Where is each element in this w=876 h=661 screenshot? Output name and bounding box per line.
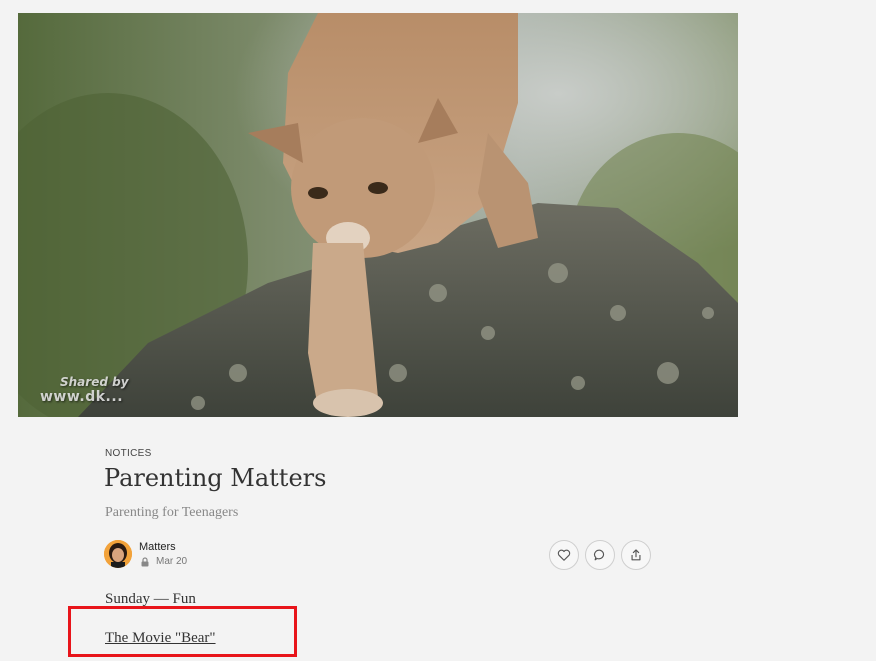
article-line-sunday: Sunday — Fun <box>105 591 196 607</box>
comment-button[interactable] <box>585 540 615 570</box>
avatar-image <box>104 540 132 568</box>
author-name[interactable]: Matters <box>139 541 176 553</box>
avatar[interactable] <box>104 540 132 568</box>
video-watermark: Shared by www.dk... <box>40 376 129 405</box>
share-icon <box>631 549 641 561</box>
hero-image: Shared by www.dk... <box>18 13 738 417</box>
article-category[interactable]: NOTICES <box>105 448 152 459</box>
heart-icon <box>557 549 571 561</box>
watermark-bottom-text: www.dk... <box>40 388 124 405</box>
movie-link[interactable]: The Movie "Bear" <box>105 630 216 647</box>
page-title: Parenting Matters <box>104 464 327 492</box>
article-page: Shared by www.dk... NOTICES Parenting Ma… <box>0 0 876 661</box>
comment-icon <box>594 549 605 561</box>
lock-icon <box>141 557 149 567</box>
hero-photo <box>18 13 738 417</box>
article-subtitle: Parenting for Teenagers <box>105 505 239 520</box>
watermark-top-text: Shared by <box>60 375 129 390</box>
post-date: Mar 20 <box>156 556 188 567</box>
share-button[interactable] <box>621 540 651 570</box>
like-button[interactable] <box>549 540 579 570</box>
